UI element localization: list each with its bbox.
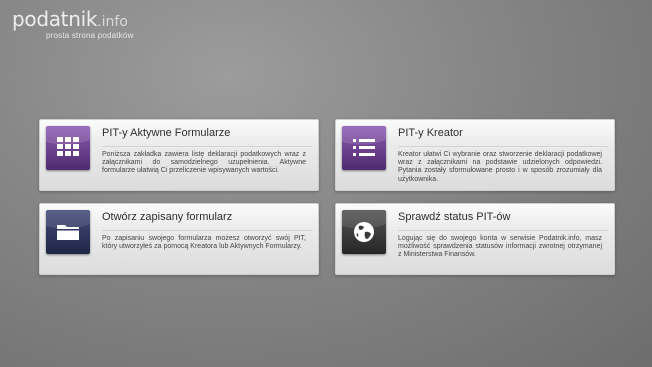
tile-creator[interactable]: PIT-y Kreator Kreator ułatwi Ci wybranie… xyxy=(335,119,615,191)
folder-icon xyxy=(46,210,90,254)
divider xyxy=(102,146,312,147)
tile-title: Sprawdź status PIT-ów xyxy=(398,211,511,223)
tile-description: Kreator ułatwi Ci wybranie oraz stworzen… xyxy=(398,151,602,183)
tile-open-saved-form[interactable]: Otwórz zapisany formularz Po zapisaniu s… xyxy=(39,203,319,275)
tile-title: Otwórz zapisany formularz xyxy=(102,211,233,223)
divider xyxy=(398,146,608,147)
logo-suffix: .info xyxy=(97,14,128,30)
logo-name: podatnik xyxy=(12,7,98,31)
tile-title: PIT-y Aktywne Formularze xyxy=(102,127,231,139)
logo-tagline: prosta strona podatków xyxy=(46,31,134,40)
tile-active-forms[interactable]: PIT-y Aktywne Formularze Poniższa zakład… xyxy=(39,119,319,191)
tile-description: Poniższa zakładka zawiera listę deklarac… xyxy=(102,151,306,175)
list-icon xyxy=(342,126,386,170)
divider xyxy=(398,230,608,231)
divider xyxy=(102,230,312,231)
site-logo[interactable]: podatnik.info prosta strona podatków xyxy=(12,8,134,40)
globe-icon xyxy=(342,210,386,254)
tile-description: Logując się do swojego konta w serwisie … xyxy=(398,235,602,259)
grid-table-icon xyxy=(46,126,90,170)
tile-check-status[interactable]: Sprawdź status PIT-ów Logując się do swo… xyxy=(335,203,615,275)
tile-title: PIT-y Kreator xyxy=(398,127,463,139)
tile-description: Po zapisaniu swojego formularza możesz o… xyxy=(102,235,306,251)
